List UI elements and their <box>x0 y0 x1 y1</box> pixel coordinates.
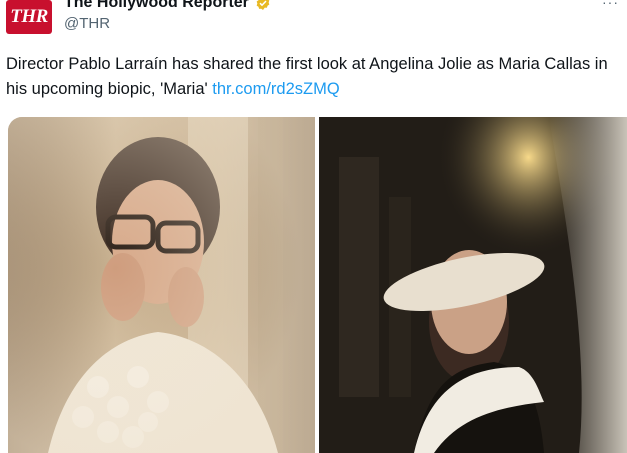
verified-badge-icon <box>256 0 270 10</box>
author-handle[interactable]: @THR <box>64 15 110 32</box>
photo-2-image <box>319 117 627 453</box>
tweet-text: Director Pablo Larraín has shared the fi… <box>6 52 621 102</box>
avatar-logo-text: THR <box>10 6 48 27</box>
avatar[interactable]: THR <box>6 0 52 34</box>
media-photo-2[interactable] <box>319 117 627 453</box>
author-name-row: The Hollywood Reporter <box>64 0 271 13</box>
photo-1-image <box>8 117 315 453</box>
media-photo-1[interactable] <box>8 117 315 453</box>
media-grid <box>8 117 627 453</box>
tweet-link[interactable]: thr.com/rd2sZMQ <box>212 80 339 98</box>
display-name[interactable]: The Hollywood Reporter <box>64 0 249 12</box>
more-options-icon[interactable]: ··· <box>602 0 619 10</box>
